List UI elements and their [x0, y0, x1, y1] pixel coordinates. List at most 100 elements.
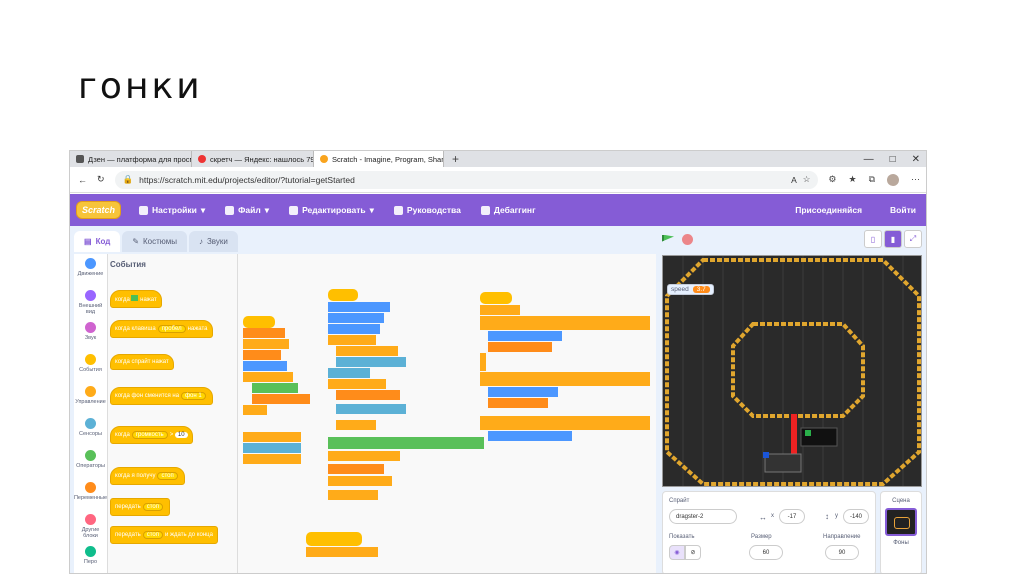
sprite-name-field[interactable]: dragster-2: [669, 509, 737, 524]
category-dot: [85, 354, 96, 365]
favorites-icon[interactable]: ★: [848, 174, 856, 186]
favorite-star-icon[interactable]: ☆: [803, 174, 811, 185]
join-link[interactable]: Присоединяйся: [795, 205, 862, 215]
backdrop-thumbnail[interactable]: [885, 508, 917, 536]
maximize-button[interactable]: □: [890, 154, 896, 165]
x-arrows-icon: ↔: [759, 513, 767, 522]
browser-tab[interactable]: Дзен — платформа для просмо✕: [70, 151, 192, 167]
block-broadcast[interactable]: передать стоп: [110, 498, 170, 516]
stop-button[interactable]: [682, 234, 693, 245]
extensions-icon[interactable]: ⚙: [828, 174, 836, 186]
normal-stage-button[interactable]: ▮: [884, 230, 902, 248]
reader-icon[interactable]: A: [791, 175, 797, 185]
back-icon[interactable]: ←: [78, 175, 87, 185]
category-looks[interactable]: Внешний вид: [74, 290, 107, 318]
script-stack[interactable]: [243, 316, 310, 464]
lightbulb-icon: [393, 205, 403, 215]
category-sensing[interactable]: Сенсоры: [74, 418, 107, 446]
category-sound[interactable]: Звук: [74, 322, 107, 350]
signin-link[interactable]: Войти: [890, 205, 916, 215]
scene-label: Сцена: [892, 498, 910, 504]
new-tab-button[interactable]: +: [444, 151, 467, 167]
tab-costumes[interactable]: ✎ Костюмы: [122, 231, 187, 252]
file-icon: [225, 205, 235, 215]
code-area[interactable]: [238, 254, 656, 573]
category-dot: [85, 322, 96, 333]
hide-eye-icon[interactable]: ⊘: [685, 545, 701, 560]
menu-settings[interactable]: Настройки ▾: [139, 205, 205, 216]
stage[interactable]: speed 3.7: [662, 255, 922, 487]
category-my-blocks[interactable]: Другие блоки: [74, 514, 107, 542]
address-bar: ← ↻ 🔒 https://scratch.mit.edu/projects/e…: [70, 167, 926, 193]
speed-monitor: speed 3.7: [667, 284, 714, 295]
code-icon: ▤: [84, 237, 92, 246]
direction-field[interactable]: 90: [825, 545, 859, 560]
scene-pane: Сцена Фоны: [880, 491, 922, 573]
green-flag-icon: [131, 295, 139, 301]
url-field[interactable]: 🔒 https://scratch.mit.edu/projects/edito…: [114, 170, 819, 189]
gear-icon: [480, 205, 490, 215]
category-variables[interactable]: Переменные: [74, 482, 107, 510]
avatar[interactable]: [887, 173, 899, 186]
block-when-key-pressed[interactable]: когда клавиша пробел нажата: [110, 320, 213, 338]
size-field[interactable]: 60: [749, 545, 783, 560]
category-dot: [85, 386, 96, 397]
tab-sounds[interactable]: ♪ Звуки: [188, 231, 238, 252]
fullscreen-icon[interactable]: ⤢: [904, 230, 922, 248]
show-eye-icon[interactable]: ◉: [669, 545, 685, 560]
script-canvas: [243, 289, 650, 557]
menu-tutorials[interactable]: Руководства: [393, 205, 461, 215]
collections-icon[interactable]: ⧉: [869, 174, 875, 186]
category-dot: [85, 514, 96, 525]
block-when-i-receive[interactable]: когда я получу стоп: [110, 467, 185, 485]
sprite-info-pane: Спрайт dragster-2 ↔ x -17 ↕ y -140 Показ…: [662, 491, 876, 573]
script-stack[interactable]: [306, 289, 484, 557]
category-pen[interactable]: Перо: [74, 546, 107, 573]
category-dot: [85, 258, 96, 269]
menu-file[interactable]: Файл ▾: [225, 205, 269, 216]
block-when-sprite-clicked[interactable]: когда спрайт нажат: [110, 354, 174, 370]
block-when-flag-clicked[interactable]: когда нажат: [110, 290, 162, 308]
zen-icon: [76, 155, 84, 163]
category-motion[interactable]: Движение: [74, 258, 107, 286]
category-dot: [85, 290, 96, 301]
slide-title: гонки: [78, 66, 203, 107]
reload-icon[interactable]: ↻: [97, 174, 105, 185]
category-dot: [85, 546, 96, 557]
menu-debugging[interactable]: Дебаггинг: [480, 205, 536, 215]
menu-edit[interactable]: Редактировать ▾: [289, 205, 374, 216]
block-palette: События когда нажат когда клавиша пробел н…: [108, 254, 238, 573]
yandex-icon: [198, 155, 206, 163]
x-field[interactable]: -17: [779, 509, 805, 524]
category-operators[interactable]: Операторы: [74, 450, 107, 478]
screenshot: Дзен — платформа для просмо✕ скретч — Ян…: [69, 150, 927, 574]
browser-tab-bar: Дзен — платформа для просмо✕ скретч — Ян…: [70, 151, 926, 167]
speed-value: 3.7: [692, 286, 710, 293]
scratch-logo[interactable]: Scratch: [76, 201, 122, 219]
block-broadcast-and-wait[interactable]: передать стоп и ждать до конца: [110, 526, 218, 544]
pencil-icon: [289, 205, 299, 215]
script-stack[interactable]: [480, 292, 650, 441]
y-field[interactable]: -140: [843, 509, 869, 524]
more-icon[interactable]: ⋯: [911, 174, 920, 186]
backdrops-label: Фоны: [893, 540, 909, 546]
scratch-icon: [320, 155, 328, 163]
green-flag-button[interactable]: [662, 234, 674, 242]
y-arrows-icon: ↕: [825, 512, 829, 521]
block-when-backdrop-switches[interactable]: когда фон сменится на фон 1: [110, 387, 213, 405]
category-dot: [85, 450, 96, 461]
close-window-button[interactable]: ✕: [912, 154, 920, 165]
browser-tab-active[interactable]: Scratch - Imagine, Program, Shar✕: [314, 151, 444, 167]
small-stage-button[interactable]: ▯: [864, 230, 882, 248]
category-dot: [85, 482, 96, 493]
category-control[interactable]: Управление: [74, 386, 107, 414]
category-events[interactable]: События: [74, 354, 107, 382]
brush-icon: ✎: [132, 237, 140, 246]
category-dot: [85, 418, 96, 429]
block-when-loudness[interactable]: когда громкость > 10: [110, 426, 193, 444]
minimize-button[interactable]: —: [864, 154, 874, 165]
tab-code[interactable]: ▤ Код: [74, 231, 121, 252]
scratch-editor: ▤ Код ✎ Костюмы ♪ Звуки Движение Внешний ви…: [70, 226, 926, 573]
scratch-menu-bar: Scratch Настройки ▾ Файл ▾ Редактировать…: [70, 194, 926, 226]
browser-tab[interactable]: скретч — Яндекс: нашлось 79 т✕: [192, 151, 314, 167]
